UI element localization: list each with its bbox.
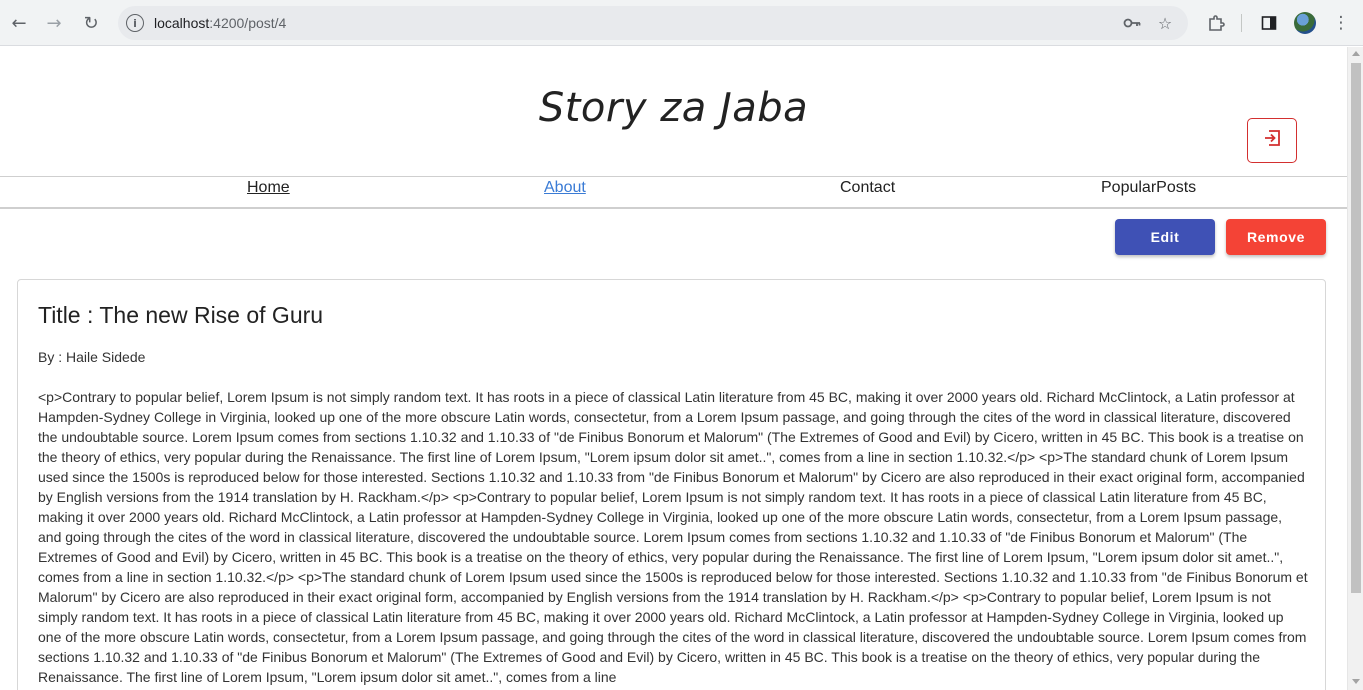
side-panel-icon[interactable] <box>1256 10 1282 36</box>
edit-button[interactable]: Edit <box>1115 219 1215 255</box>
puzzle-icon[interactable] <box>1203 10 1229 36</box>
url-path: :4200/post/4 <box>209 15 287 31</box>
arrow-left-icon[interactable]: ← <box>6 10 32 36</box>
avatar[interactable] <box>1294 12 1316 34</box>
post-card: Title : The new Rise of Guru By : Haile … <box>17 279 1326 690</box>
arrow-right-icon[interactable]: → <box>41 10 67 36</box>
login-button[interactable] <box>1247 118 1297 163</box>
url-host: localhost <box>154 15 210 31</box>
remove-button[interactable]: Remove <box>1226 219 1326 255</box>
nav-link-about[interactable]: About <box>544 179 586 197</box>
browser-toolbar: ← → ↻ i localhost:4200/post/4 ☆ ⋮ <box>0 0 1363 46</box>
nav-link-home[interactable]: Home <box>247 179 290 197</box>
scroll-down-arrow-icon[interactable] <box>1352 679 1360 684</box>
key-icon[interactable] <box>1121 12 1143 34</box>
post-author: By : Haile Sidede <box>38 349 146 365</box>
toolbar-divider <box>1241 14 1242 32</box>
address-bar[interactable]: i localhost:4200/post/4 ☆ <box>118 6 1188 40</box>
post-title: Title : The new Rise of Guru <box>38 302 324 328</box>
site-title: Story za Jaba <box>538 85 809 131</box>
scrollbar-thumb[interactable] <box>1351 63 1361 593</box>
scroll-up-arrow-icon[interactable] <box>1352 51 1360 56</box>
nav-link-contact[interactable]: Contact <box>840 179 895 197</box>
reload-icon[interactable]: ↻ <box>78 10 104 36</box>
main-nav: Home About Contact PopularPosts <box>0 176 1347 209</box>
url-text[interactable]: localhost:4200/post/4 <box>154 15 286 31</box>
info-icon[interactable]: i <box>126 14 144 32</box>
page-scrollbar[interactable] <box>1347 47 1363 690</box>
post-body: <p>Contrary to popular belief, Lorem Ips… <box>38 389 1308 685</box>
kebab-menu-icon[interactable]: ⋮ <box>1328 10 1354 36</box>
star-icon[interactable]: ☆ <box>1154 12 1176 34</box>
login-icon <box>1262 128 1282 153</box>
page-content: Story za Jaba Home About Contact Popular… <box>0 47 1347 690</box>
nav-link-popular-posts[interactable]: PopularPosts <box>1101 179 1196 197</box>
